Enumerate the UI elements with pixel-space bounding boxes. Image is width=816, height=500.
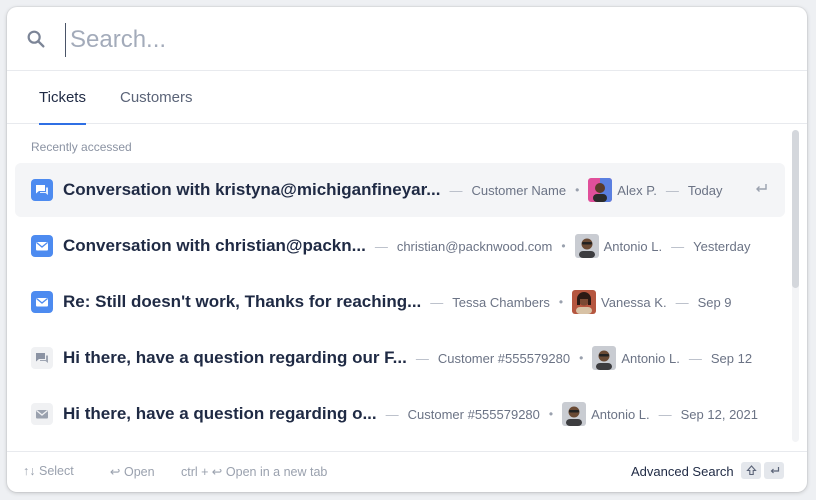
avatar — [572, 290, 597, 314]
date: Today — [687, 182, 723, 198]
enter-icon — [756, 184, 767, 192]
ticket-title: Hi there, have a question regarding our … — [63, 348, 407, 367]
footer: ↑↓ Select ↩ Open ctrl + ↩ Open in a new … — [7, 451, 807, 492]
customer-name: Customer Name — [471, 182, 567, 198]
separator: — — [665, 182, 679, 198]
agent-name: Alex P. — [617, 182, 657, 198]
separator: — — [449, 182, 463, 198]
avatar — [588, 178, 613, 202]
separator: — — [415, 350, 429, 366]
list-item[interactable]: Hi there, have a question regarding our … — [15, 331, 785, 385]
separator-dot: • — [579, 351, 584, 365]
list-item[interactable]: Conversation with christian@packn... — c… — [15, 219, 785, 273]
separator: — — [658, 406, 672, 422]
new-tab-hint-label: Open in a new tab — [225, 465, 328, 479]
separator: — — [374, 238, 388, 254]
agent-name: Vanessa K. — [601, 294, 667, 310]
mail-icon — [31, 403, 53, 425]
date: Sep 12, 2021 — [680, 406, 758, 422]
list-item[interactable]: Re: Still doesn't work, Thanks for reach… — [15, 275, 785, 329]
agent-name: Antonio L. — [603, 238, 663, 254]
mail-icon — [31, 235, 53, 257]
ctrl-key-label: ctrl + — [181, 465, 209, 479]
customer-name: Tessa Chambers — [452, 294, 550, 310]
date: Yesterday — [693, 238, 751, 254]
avatar — [574, 234, 599, 258]
scrollbar-thumb[interactable] — [792, 130, 799, 288]
section-label: Recently accessed — [31, 140, 132, 154]
agent-name: Antonio L. — [591, 406, 650, 422]
ticket-title: Conversation with kristyna@michiganfiney… — [63, 180, 441, 199]
separator: — — [675, 294, 689, 310]
ticket-title: Re: Still doesn't work, Thanks for reach… — [63, 292, 422, 311]
select-hint-label: Select — [38, 464, 74, 478]
select-hint: ↑↓ Select — [23, 464, 74, 478]
tab-tickets[interactable]: Tickets — [39, 71, 86, 125]
mail-icon — [31, 291, 53, 313]
list-item[interactable]: Conversation with kristyna@michiganfiney… — [15, 163, 785, 217]
enter-icon: ↩ — [110, 465, 121, 479]
enter-icon: ↩ — [211, 465, 223, 479]
list-item[interactable]: Hi there, have a question regarding o...… — [15, 387, 785, 441]
separator: — — [671, 238, 685, 254]
chat-icon — [31, 179, 53, 201]
search-input[interactable] — [65, 23, 765, 57]
enter-key-icon — [764, 462, 784, 479]
search-bar — [7, 7, 807, 71]
agent-name: Antonio L. — [621, 350, 680, 366]
separator: — — [688, 350, 702, 366]
avatar — [562, 402, 587, 426]
separator: — — [430, 294, 444, 310]
separator-dot: • — [548, 407, 554, 421]
ticket-title: Conversation with christian@packn... — [63, 236, 366, 255]
search-icon — [27, 30, 45, 48]
new-tab-hint: ctrl + ↩ Open in a new tab — [181, 464, 327, 479]
date: Sep 12 — [710, 350, 753, 366]
customer-id: Customer #555579280 — [437, 350, 571, 366]
tab-customers[interactable]: Customers — [120, 71, 193, 124]
open-hint-label: Open — [123, 465, 155, 479]
search-panel: Tickets Customers Recently accessed Conv… — [7, 7, 807, 492]
customer-email: christian@packnwood.com — [396, 238, 553, 254]
customer-id: Customer #555579280 — [407, 406, 540, 422]
date: Sep 9 — [697, 294, 732, 310]
separator-dot: • — [561, 239, 566, 253]
shift-key-icon — [741, 462, 761, 479]
avatar — [592, 346, 617, 370]
separator-dot: • — [558, 295, 564, 309]
arrow-up-down-icon: ↑↓ — [23, 464, 36, 478]
tab-bar: Tickets Customers — [7, 71, 807, 125]
separator: — — [385, 406, 399, 422]
open-hint: ↩ Open — [110, 464, 155, 479]
advanced-search-link[interactable]: Advanced Search — [631, 464, 734, 479]
separator-dot: • — [575, 183, 580, 197]
chat-icon — [31, 347, 53, 369]
ticket-title: Hi there, have a question regarding o... — [63, 404, 377, 423]
